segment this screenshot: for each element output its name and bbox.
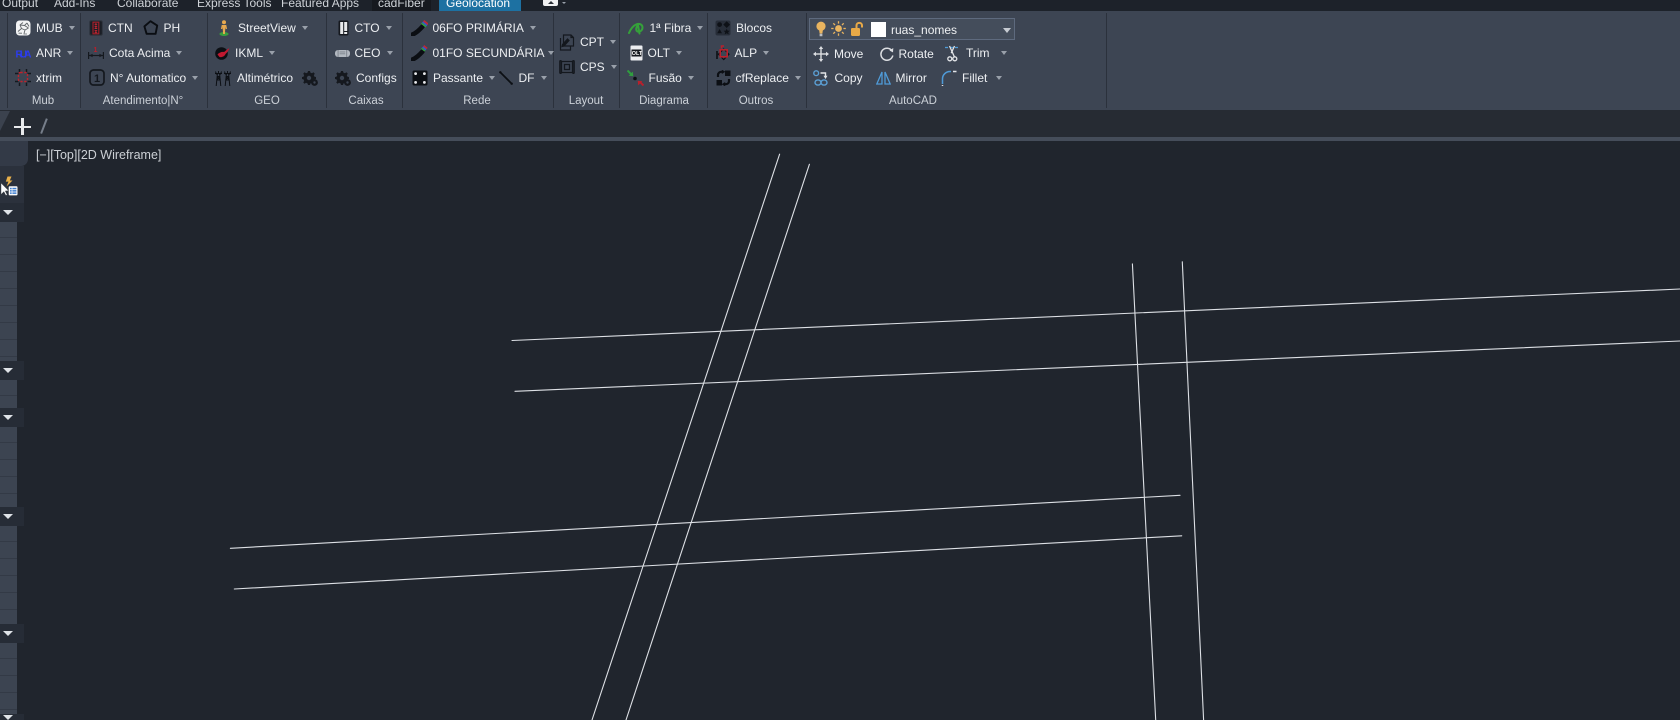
svg-text:OLT: OLT: [631, 51, 642, 57]
svg-text:1: 1: [94, 73, 100, 85]
svg-text:1: 1: [94, 47, 98, 54]
svg-text:RUA: RUA: [16, 49, 31, 60]
